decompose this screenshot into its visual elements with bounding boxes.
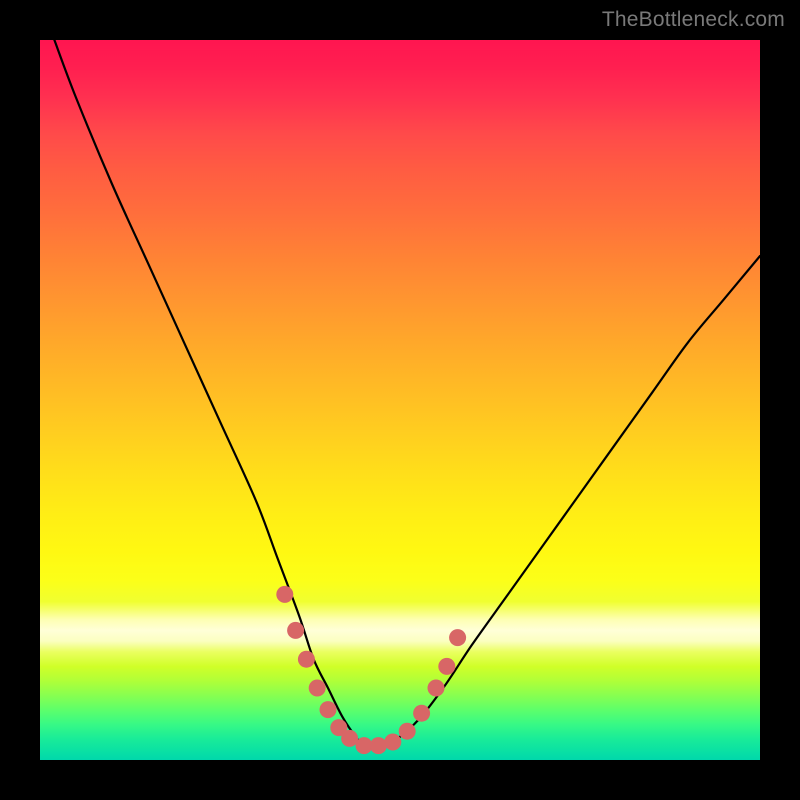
chart-svg [40,40,760,760]
bottleneck-curve-line [54,40,760,748]
watermark-text: TheBottleneck.com [602,8,785,32]
chart-plot-area [40,40,760,760]
highlight-markers [276,586,466,754]
